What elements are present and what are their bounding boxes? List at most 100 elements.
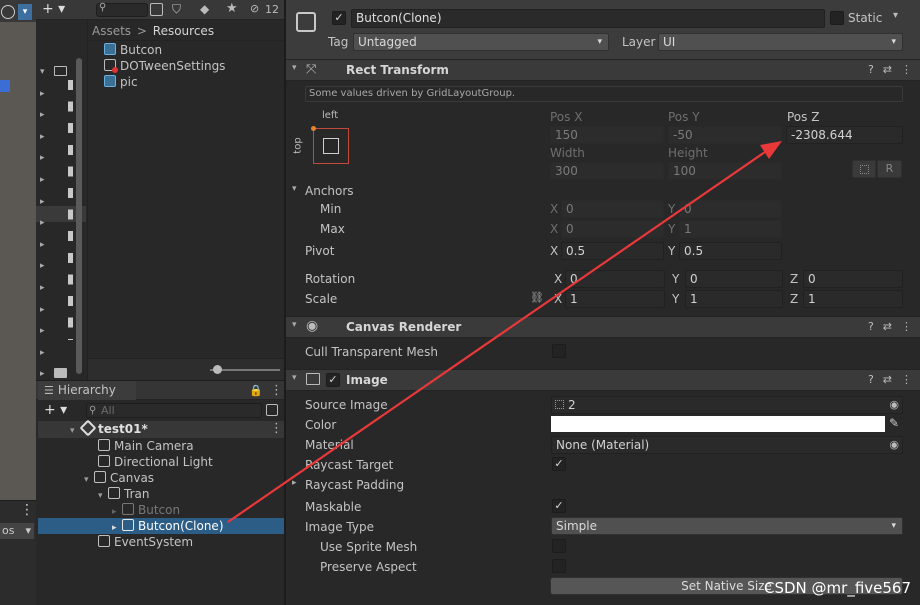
favorite-icon[interactable]: ★ bbox=[226, 1, 238, 16]
height-field: 100 bbox=[668, 162, 782, 180]
active-checkbox[interactable]: ✓ bbox=[332, 11, 346, 25]
add-button[interactable]: + ▾ bbox=[42, 1, 65, 17]
list-item[interactable]: DOTweenSettings bbox=[104, 58, 284, 74]
source-image-field[interactable]: 2 ◉ bbox=[551, 396, 903, 414]
expand-arrow-icon[interactable]: ▾ bbox=[70, 423, 80, 439]
project-search-input[interactable]: ⚲ bbox=[96, 2, 148, 17]
watermark: CSDN @mr_five567 bbox=[764, 579, 911, 597]
rect-transform-icon: ⤧ bbox=[306, 62, 317, 77]
scale-y-field[interactable]: 1 bbox=[685, 290, 783, 308]
static-checkbox[interactable] bbox=[830, 11, 844, 25]
more-options-icon[interactable]: ⋮ bbox=[270, 383, 283, 398]
search-icon: ⚲ bbox=[89, 405, 97, 416]
tree-scrollbar[interactable] bbox=[76, 58, 82, 374]
filter-icon[interactable]: ⛉ bbox=[172, 2, 181, 17]
use-sprite-mesh-checkbox[interactable] bbox=[552, 539, 566, 553]
raycast-target-checkbox[interactable]: ✓ bbox=[552, 457, 566, 471]
list-item[interactable]: EventSystem bbox=[38, 534, 284, 550]
canvas-renderer-title: Canvas Renderer bbox=[346, 320, 462, 334]
breadcrumb-assets[interactable]: Assets bbox=[92, 24, 131, 38]
lock-icon[interactable]: 🔒 bbox=[249, 384, 263, 397]
image-type-dropdown[interactable]: Simple ▾ bbox=[551, 517, 903, 535]
layer-dropdown[interactable]: UI ▾ bbox=[658, 33, 903, 51]
zoom-slider-handle[interactable] bbox=[213, 365, 222, 374]
image-enabled-checkbox[interactable]: ✓ bbox=[326, 373, 340, 387]
label-icon[interactable]: ◆ bbox=[200, 2, 209, 16]
search-by-type-icon[interactable] bbox=[150, 3, 163, 16]
object-picker-icon[interactable]: ◉ bbox=[889, 397, 899, 413]
tab-hierarchy[interactable]: ☰ Hierarchy bbox=[38, 381, 136, 400]
list-item[interactable]: pic bbox=[104, 74, 284, 90]
help-icon[interactable]: ? bbox=[868, 63, 874, 76]
help-icon[interactable]: ? bbox=[868, 373, 874, 386]
scriptable-object-icon bbox=[104, 59, 118, 73]
rect-transform-header[interactable]: ▾ ⤧ Rect Transform ? ⇄ ⋮ bbox=[286, 59, 920, 81]
scene-more-icon[interactable]: ⋮ bbox=[270, 421, 283, 436]
list-item[interactable]: ▸ Butcon bbox=[38, 502, 284, 518]
static-dropdown-icon[interactable]: ▾ bbox=[893, 10, 898, 21]
rot-x-field[interactable]: 0 bbox=[565, 270, 665, 288]
gameobject-icon bbox=[94, 471, 106, 483]
collapse-arrow-icon[interactable]: ▾ bbox=[292, 373, 297, 383]
tag-dropdown[interactable]: Untagged ▾ bbox=[353, 33, 609, 51]
hierarchy-search-input[interactable]: ⚲ All bbox=[86, 403, 262, 418]
blueprint-mode-button[interactable] bbox=[852, 160, 876, 178]
rot-z-field[interactable]: 0 bbox=[803, 270, 903, 288]
raw-edit-button[interactable]: R bbox=[877, 160, 902, 178]
scale-z-field[interactable]: 1 bbox=[803, 290, 903, 308]
object-picker-icon[interactable]: ◉ bbox=[889, 437, 899, 453]
presets-icon[interactable]: ⇄ bbox=[883, 63, 892, 76]
list-item-selected[interactable]: ▸ Butcon(Clone) bbox=[38, 518, 284, 534]
component-menu-icon[interactable]: ⋮ bbox=[901, 373, 912, 386]
scene-view-strip[interactable]: ▾ bbox=[0, 0, 36, 500]
color-swatch[interactable] bbox=[551, 416, 885, 432]
rot-y-field[interactable]: 0 bbox=[685, 270, 783, 288]
list-item-label: Main Camera bbox=[114, 439, 194, 453]
scene-dropdown[interactable]: os ▾ bbox=[0, 523, 34, 539]
preserve-aspect-checkbox[interactable] bbox=[552, 559, 566, 573]
zoom-slider[interactable] bbox=[210, 365, 280, 374]
eyedropper-icon[interactable]: ✎ bbox=[889, 416, 899, 430]
scale-x-field[interactable]: 1 bbox=[565, 290, 665, 308]
collapse-arrow-icon[interactable]: ▾ bbox=[292, 320, 297, 330]
component-menu-icon[interactable]: ⋮ bbox=[901, 63, 912, 76]
scale-y-axis: Y bbox=[672, 292, 680, 306]
pivot-y-field[interactable]: 0.5 bbox=[679, 242, 782, 260]
list-item[interactable]: ▾ Canvas bbox=[38, 470, 284, 486]
chevron-down-icon: ▾ bbox=[891, 521, 896, 531]
image-header[interactable]: ▾ ✓ Image ? ⇄ ⋮ bbox=[286, 369, 920, 391]
list-item[interactable]: Main Camera bbox=[38, 438, 284, 454]
scene-more-icon[interactable]: ⋮ bbox=[20, 502, 34, 518]
cull-transparent-mesh-checkbox[interactable] bbox=[552, 344, 566, 358]
presets-icon[interactable]: ⇄ bbox=[883, 373, 892, 386]
search-options-icon[interactable] bbox=[266, 404, 278, 416]
canvas-renderer-header[interactable]: ▾ ◉ Canvas Renderer ? ⇄ ⋮ bbox=[286, 316, 920, 338]
component-menu-icon[interactable]: ⋮ bbox=[901, 320, 912, 333]
raycast-padding-expand-icon[interactable]: ▸ bbox=[292, 478, 297, 488]
list-item[interactable]: ▾ Tran bbox=[38, 486, 284, 502]
list-item[interactable]: Directional Light bbox=[38, 454, 284, 470]
maskable-checkbox[interactable]: ✓ bbox=[552, 499, 566, 513]
globe-icon[interactable] bbox=[1, 5, 15, 19]
object-name-input[interactable]: Butcon(Clone) bbox=[351, 9, 825, 28]
material-field[interactable]: None (Material) ◉ bbox=[551, 436, 903, 454]
dropdown-arrow-icon[interactable]: ▾ bbox=[18, 4, 32, 20]
raycast-target-label: Raycast Target bbox=[305, 458, 394, 472]
anchors-expand-icon[interactable]: ▾ bbox=[292, 184, 297, 194]
anchor-preset-button[interactable] bbox=[311, 126, 349, 164]
color-label: Color bbox=[305, 418, 337, 432]
gameobject-icon bbox=[122, 503, 134, 515]
link-icon[interactable]: ⛓ bbox=[530, 291, 544, 304]
help-icon[interactable]: ? bbox=[868, 320, 874, 333]
collapse-arrow-icon[interactable]: ▾ bbox=[292, 63, 297, 73]
list-item[interactable]: Butcon bbox=[104, 42, 284, 58]
hierarchy-add-button[interactable]: + ▾ bbox=[44, 402, 67, 418]
presets-icon[interactable]: ⇄ bbox=[883, 320, 892, 333]
pivot-x-field[interactable]: 0.5 bbox=[561, 242, 664, 260]
hidden-packages-icon[interactable]: ⊘ bbox=[250, 2, 259, 15]
anchor-preset-h-label: left bbox=[322, 110, 339, 121]
pos-y-label: Pos Y bbox=[668, 110, 700, 124]
breadcrumb-resources[interactable]: Resources bbox=[153, 24, 214, 38]
pos-z-field[interactable]: -2308.644 bbox=[786, 126, 903, 144]
image-icon bbox=[306, 373, 320, 385]
